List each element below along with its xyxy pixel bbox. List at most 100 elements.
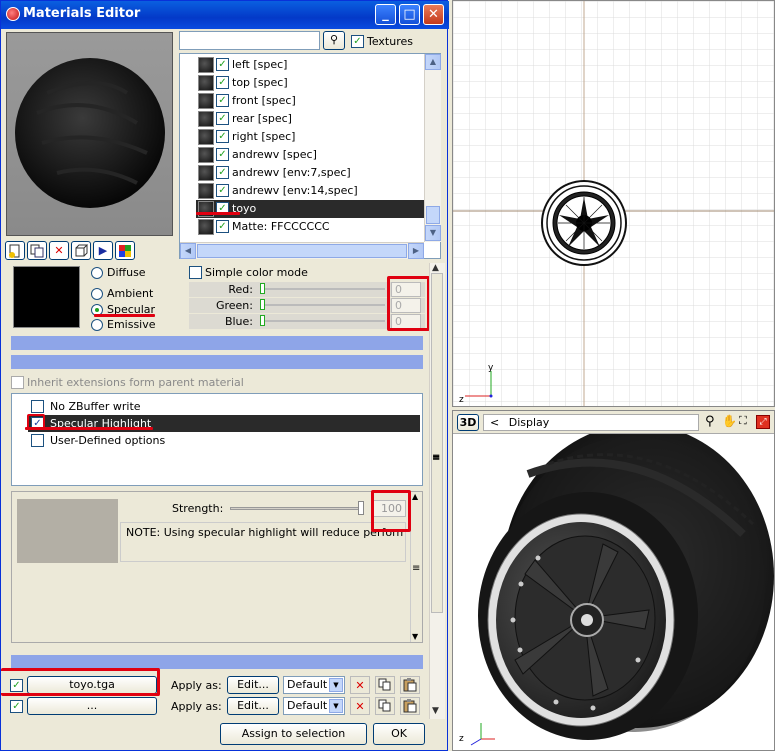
- material-item[interactable]: ✓ toyo: [196, 200, 424, 218]
- scroll-thumb[interactable]: [426, 206, 440, 224]
- zoom-icon[interactable]: ⚲: [705, 414, 721, 431]
- material-item[interactable]: ✓ andrewv [env:14,spec]: [196, 182, 424, 200]
- material-visible-checkbox[interactable]: ✓: [216, 166, 229, 179]
- channel-slider-thumb[interactable]: [260, 299, 265, 310]
- apply-mode-select[interactable]: Default ▼: [283, 676, 345, 694]
- binoculars-icon[interactable]: ⚲: [323, 31, 345, 50]
- channel-slider[interactable]: [261, 288, 385, 290]
- 3d-viewport[interactable]: 3D < Display ⚲ ✋ ⛶ ⤢ z: [452, 410, 775, 751]
- hscroll-thumb[interactable]: [197, 244, 407, 258]
- material-visible-checkbox[interactable]: ✓: [216, 58, 229, 71]
- textures-checkbox[interactable]: ✓: [351, 35, 364, 48]
- nav-back-icon[interactable]: <: [490, 416, 499, 429]
- color-swatch[interactable]: [13, 266, 80, 328]
- strength-scroll-down-icon[interactable]: ▼: [412, 632, 418, 641]
- edit-texture-button[interactable]: Edit...: [227, 676, 279, 694]
- inherit-label: Inherit extensions form parent material: [27, 376, 244, 389]
- search-input[interactable]: [179, 31, 320, 50]
- title-bar[interactable]: Materials Editor _ □ ✕: [1, 1, 449, 29]
- panel-scrollbar[interactable]: ▲ ▼: [429, 263, 445, 719]
- panel-scroll-up-icon[interactable]: ▲: [432, 263, 439, 273]
- new-material-icon[interactable]: [5, 241, 25, 260]
- scroll-left-icon[interactable]: ◀: [180, 243, 196, 259]
- strength-slider[interactable]: [230, 507, 364, 510]
- material-visible-checkbox[interactable]: ✓: [216, 130, 229, 143]
- material-visible-checkbox[interactable]: ✓: [216, 184, 229, 197]
- copy-texture-icon[interactable]: [375, 676, 395, 694]
- inherit-checkbox[interactable]: [11, 376, 24, 389]
- close-button[interactable]: ✕: [423, 4, 444, 25]
- material-item[interactable]: ✓ right [spec]: [196, 128, 424, 146]
- ambient-radio[interactable]: [91, 288, 103, 300]
- material-visible-checkbox[interactable]: ✓: [216, 94, 229, 107]
- remove-texture-icon[interactable]: ✕: [350, 676, 370, 694]
- panel-scroll-down-icon[interactable]: ▼: [432, 706, 439, 716]
- extension-item[interactable]: No ZBuffer write: [28, 398, 420, 415]
- app-icon: [6, 7, 20, 21]
- pan-hand-icon[interactable]: ✋: [722, 414, 738, 431]
- remove-texture-icon[interactable]: ✕: [350, 697, 370, 715]
- minimize-button[interactable]: _: [375, 4, 396, 25]
- section-bar-1[interactable]: [11, 336, 423, 350]
- maximize-viewport-icon[interactable]: ⤢: [756, 415, 770, 429]
- section-bar-3[interactable]: [11, 655, 423, 669]
- channel-slider-thumb[interactable]: [260, 315, 265, 326]
- panel-scroll-thumb[interactable]: [431, 273, 443, 613]
- material-visible-checkbox[interactable]: ✓: [216, 76, 229, 89]
- play-icon[interactable]: ▶: [93, 241, 113, 260]
- scroll-right-icon[interactable]: ▶: [408, 243, 424, 259]
- strength-scroll-up-icon[interactable]: ▲: [412, 492, 418, 501]
- material-visible-checkbox[interactable]: ✓: [216, 112, 229, 125]
- scroll-down-icon[interactable]: ▼: [425, 225, 441, 241]
- material-item[interactable]: ✓ top [spec]: [196, 74, 424, 92]
- channel-label: Red:: [228, 283, 253, 296]
- channel-slider[interactable]: [261, 320, 385, 322]
- annotation-mark: [27, 414, 45, 430]
- channel-slider-thumb[interactable]: [260, 283, 265, 294]
- emissive-radio[interactable]: [91, 319, 103, 331]
- scroll-up-icon[interactable]: ▲: [425, 54, 441, 70]
- chevron-down-icon[interactable]: ▼: [329, 678, 343, 692]
- display-dropdown[interactable]: < Display: [483, 414, 699, 431]
- chevron-down-icon[interactable]: ▼: [329, 699, 343, 713]
- material-item[interactable]: ✓ andrewv [env:7,spec]: [196, 164, 424, 182]
- copy-material-icon[interactable]: [27, 241, 47, 260]
- channel-slider[interactable]: [261, 304, 385, 306]
- diffuse-radio[interactable]: [91, 267, 103, 279]
- material-toolbar: ✕ ▶: [5, 241, 175, 261]
- strength-slider-thumb[interactable]: [358, 501, 364, 515]
- extensions-list[interactable]: No ZBuffer write ✓ Specular Highlight Use…: [11, 393, 440, 486]
- material-list-hscrollbar[interactable]: ◀ ▶: [180, 242, 424, 259]
- maximize-button[interactable]: □: [399, 4, 420, 25]
- assign-to-selection-button[interactable]: Assign to selection: [220, 723, 367, 745]
- extension-checkbox[interactable]: [31, 434, 44, 447]
- material-list-scrollbar[interactable]: ▲ ▼: [424, 54, 441, 242]
- material-item[interactable]: ✓ rear [spec]: [196, 110, 424, 128]
- texture-checkbox[interactable]: ✓: [10, 700, 23, 713]
- apply-mode-select[interactable]: Default ▼: [283, 697, 345, 715]
- cube-icon[interactable]: [71, 241, 91, 260]
- top-viewport[interactable]: y z: [452, 0, 775, 407]
- material-visible-checkbox[interactable]: ✓: [216, 220, 229, 233]
- extension-checkbox[interactable]: [31, 400, 44, 413]
- ok-button[interactable]: OK: [373, 723, 425, 745]
- section-bar-2[interactable]: [11, 355, 423, 369]
- texture-file-button[interactable]: ...: [27, 697, 157, 715]
- delete-material-icon[interactable]: ✕: [49, 241, 69, 260]
- copy-texture-icon[interactable]: [375, 697, 395, 715]
- material-list[interactable]: ✓ left [spec] ✓ top [spec] ✓ front [spec…: [179, 53, 441, 259]
- paste-texture-icon[interactable]: [400, 697, 420, 715]
- 3d-mode-button[interactable]: 3D: [457, 414, 479, 431]
- edit-texture-button[interactable]: Edit...: [227, 697, 279, 715]
- extension-item[interactable]: User-Defined options: [28, 432, 420, 449]
- palette-icon[interactable]: [115, 241, 135, 260]
- material-item[interactable]: ✓ front [spec]: [196, 92, 424, 110]
- material-item[interactable]: ✓ andrewv [spec]: [196, 146, 424, 164]
- strength-scrollbar[interactable]: ▲ ≡ ▼: [410, 492, 422, 642]
- paste-texture-icon[interactable]: [400, 676, 420, 694]
- material-item[interactable]: ✓ left [spec]: [196, 56, 424, 74]
- simple-color-checkbox[interactable]: [189, 266, 202, 279]
- material-item[interactable]: ✓ Matte: FFCCCCCC: [196, 218, 424, 236]
- material-visible-checkbox[interactable]: ✓: [216, 148, 229, 161]
- zoom-region-icon[interactable]: ⛶: [739, 414, 755, 431]
